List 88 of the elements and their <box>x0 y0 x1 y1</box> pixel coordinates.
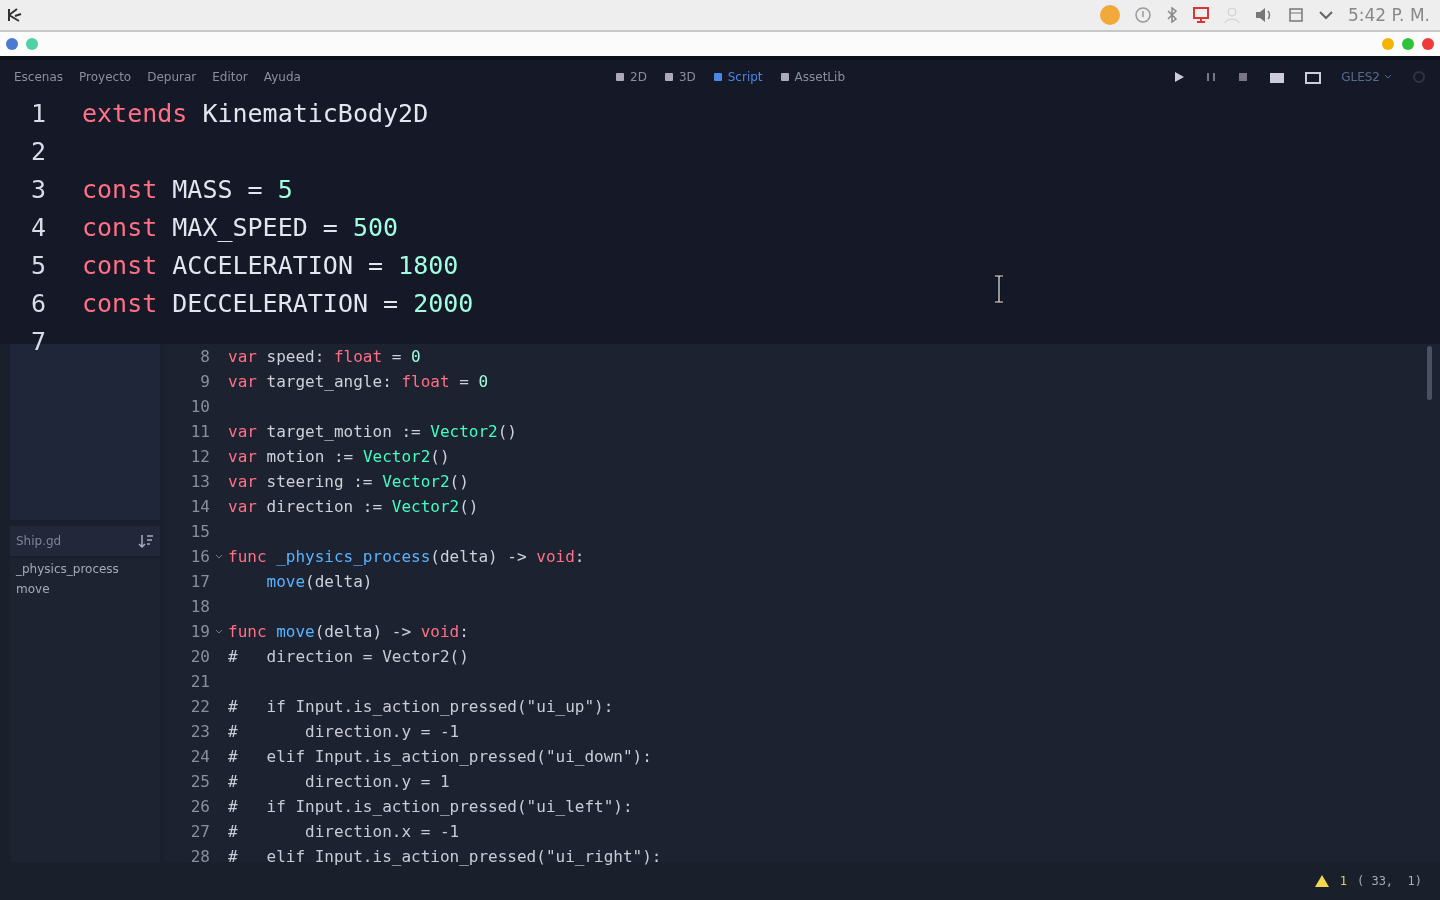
code-line: const MAX_SPEED = 500 <box>82 212 399 242</box>
code-line: const ACCELERATION = 1800 <box>82 250 459 280</box>
spinner-icon <box>1412 70 1426 84</box>
code-line: func move(delta) -> void: <box>228 622 469 641</box>
menu-item[interactable]: Proyecto <box>79 70 132 84</box>
line-number: 23 <box>189 722 210 741</box>
line-number: 11 <box>189 422 210 441</box>
warning-icon[interactable] <box>1313 874 1330 888</box>
line-number: 18 <box>189 597 210 616</box>
workspace-icon <box>778 71 791 83</box>
maximize-button[interactable] <box>1402 38 1414 50</box>
info-icon[interactable] <box>1133 6 1152 24</box>
line-number: 4 <box>29 212 46 242</box>
play-icon[interactable] <box>1173 71 1186 83</box>
line-number: 9 <box>199 372 210 391</box>
line-number: 17 <box>189 572 210 591</box>
line-number: 1 <box>29 98 46 128</box>
code-line: func _physics_process(delta) -> void: <box>228 547 585 566</box>
workspace-tab[interactable]: AssetLib <box>778 70 845 84</box>
code-line: # if Input.is_action_pressed("ui_up"): <box>228 697 614 716</box>
code-line: # direction.y = 1 <box>228 772 450 791</box>
code-line: # direction.x = -1 <box>228 822 460 841</box>
line-number: 6 <box>29 288 46 318</box>
code-line: var target_angle: float = 0 <box>228 372 489 391</box>
line-number: 19 <box>189 622 210 641</box>
scene-icon[interactable] <box>1305 70 1322 84</box>
workspace-icon <box>711 71 724 83</box>
workspace-tab[interactable]: 3D <box>662 70 696 84</box>
chevron-down-icon <box>1384 74 1392 80</box>
line-number: 25 <box>189 772 210 791</box>
workspace-icon <box>614 71 626 83</box>
line-number: 14 <box>189 497 210 516</box>
menu-item[interactable]: Escenas <box>14 70 64 84</box>
workspace-tab[interactable]: Script <box>711 70 763 84</box>
code-line: const MASS = 5 <box>82 174 293 204</box>
status-dot <box>6 38 18 50</box>
code-line: extends KinematicBody2D <box>82 98 429 128</box>
code-line: move(delta) <box>265 572 373 591</box>
line-number: 13 <box>189 472 210 491</box>
line-number: 2 <box>29 136 46 166</box>
code-line: const DECCELERATION = 2000 <box>82 288 474 318</box>
line-number: 27 <box>189 822 210 841</box>
status-dot <box>26 38 38 50</box>
code-line: var speed: float = 0 <box>228 347 421 366</box>
code-line: # direction.y = -1 <box>228 722 460 741</box>
clock: 5:42 P. M. <box>1347 5 1430 25</box>
line-number: 10 <box>189 397 210 416</box>
stop-icon[interactable] <box>1237 71 1250 83</box>
window-icon[interactable] <box>1287 6 1304 24</box>
line-number: 7 <box>29 326 46 356</box>
sort-icon[interactable] <box>138 533 154 549</box>
text-cursor-icon <box>993 274 1005 304</box>
line-number: 16 <box>189 547 210 566</box>
code-line: # if Input.is_action_pressed("ui_left"): <box>228 797 633 816</box>
line-number: 24 <box>189 747 210 766</box>
code-line: var target_motion := Vector2() <box>228 422 517 441</box>
warning-count: 1 <box>1339 874 1347 888</box>
line-number: 8 <box>199 347 210 366</box>
line-number: 20 <box>189 647 210 666</box>
scene-icon[interactable] <box>1269 70 1286 84</box>
menu-item[interactable]: Ayuda <box>263 70 301 84</box>
line-number: 22 <box>189 697 210 716</box>
code-line: # elif Input.is_action_pressed("ui_right"): <box>228 847 662 866</box>
code-line: var steering := Vector2() <box>228 472 469 491</box>
code-line: # elif Input.is_action_pressed("ui_down"): <box>228 747 652 766</box>
menu-item[interactable]: Editor <box>212 70 248 84</box>
line-number: 3 <box>29 174 46 204</box>
menu-item[interactable]: Depurar <box>147 70 197 84</box>
bluetooth-icon[interactable] <box>1165 6 1178 24</box>
monitor-icon[interactable] <box>1191 6 1210 24</box>
code-line: var direction := Vector2() <box>228 497 479 516</box>
workspace-tab[interactable]: 2D <box>614 70 647 84</box>
line-number: 15 <box>189 522 210 541</box>
cursor-position: ( 33, 1) <box>1356 874 1422 888</box>
scrollbar-thumb[interactable] <box>1427 346 1432 400</box>
line-number: 28 <box>189 847 210 866</box>
line-number: 26 <box>189 797 210 816</box>
line-number: 12 <box>189 447 210 466</box>
method-item[interactable]: move <box>16 582 154 596</box>
code-line: # direction = Vector2() <box>228 647 469 666</box>
close-button[interactable] <box>1422 38 1434 50</box>
renderer-dropdown[interactable]: GLES2 <box>1341 70 1392 84</box>
line-number: 5 <box>29 250 46 280</box>
pause-icon[interactable] <box>1205 71 1218 83</box>
line-number: 21 <box>189 672 210 691</box>
code-line: var motion := Vector2() <box>228 447 450 466</box>
method-item[interactable]: _physics_process <box>16 562 154 576</box>
workspace-icon <box>662 71 675 83</box>
